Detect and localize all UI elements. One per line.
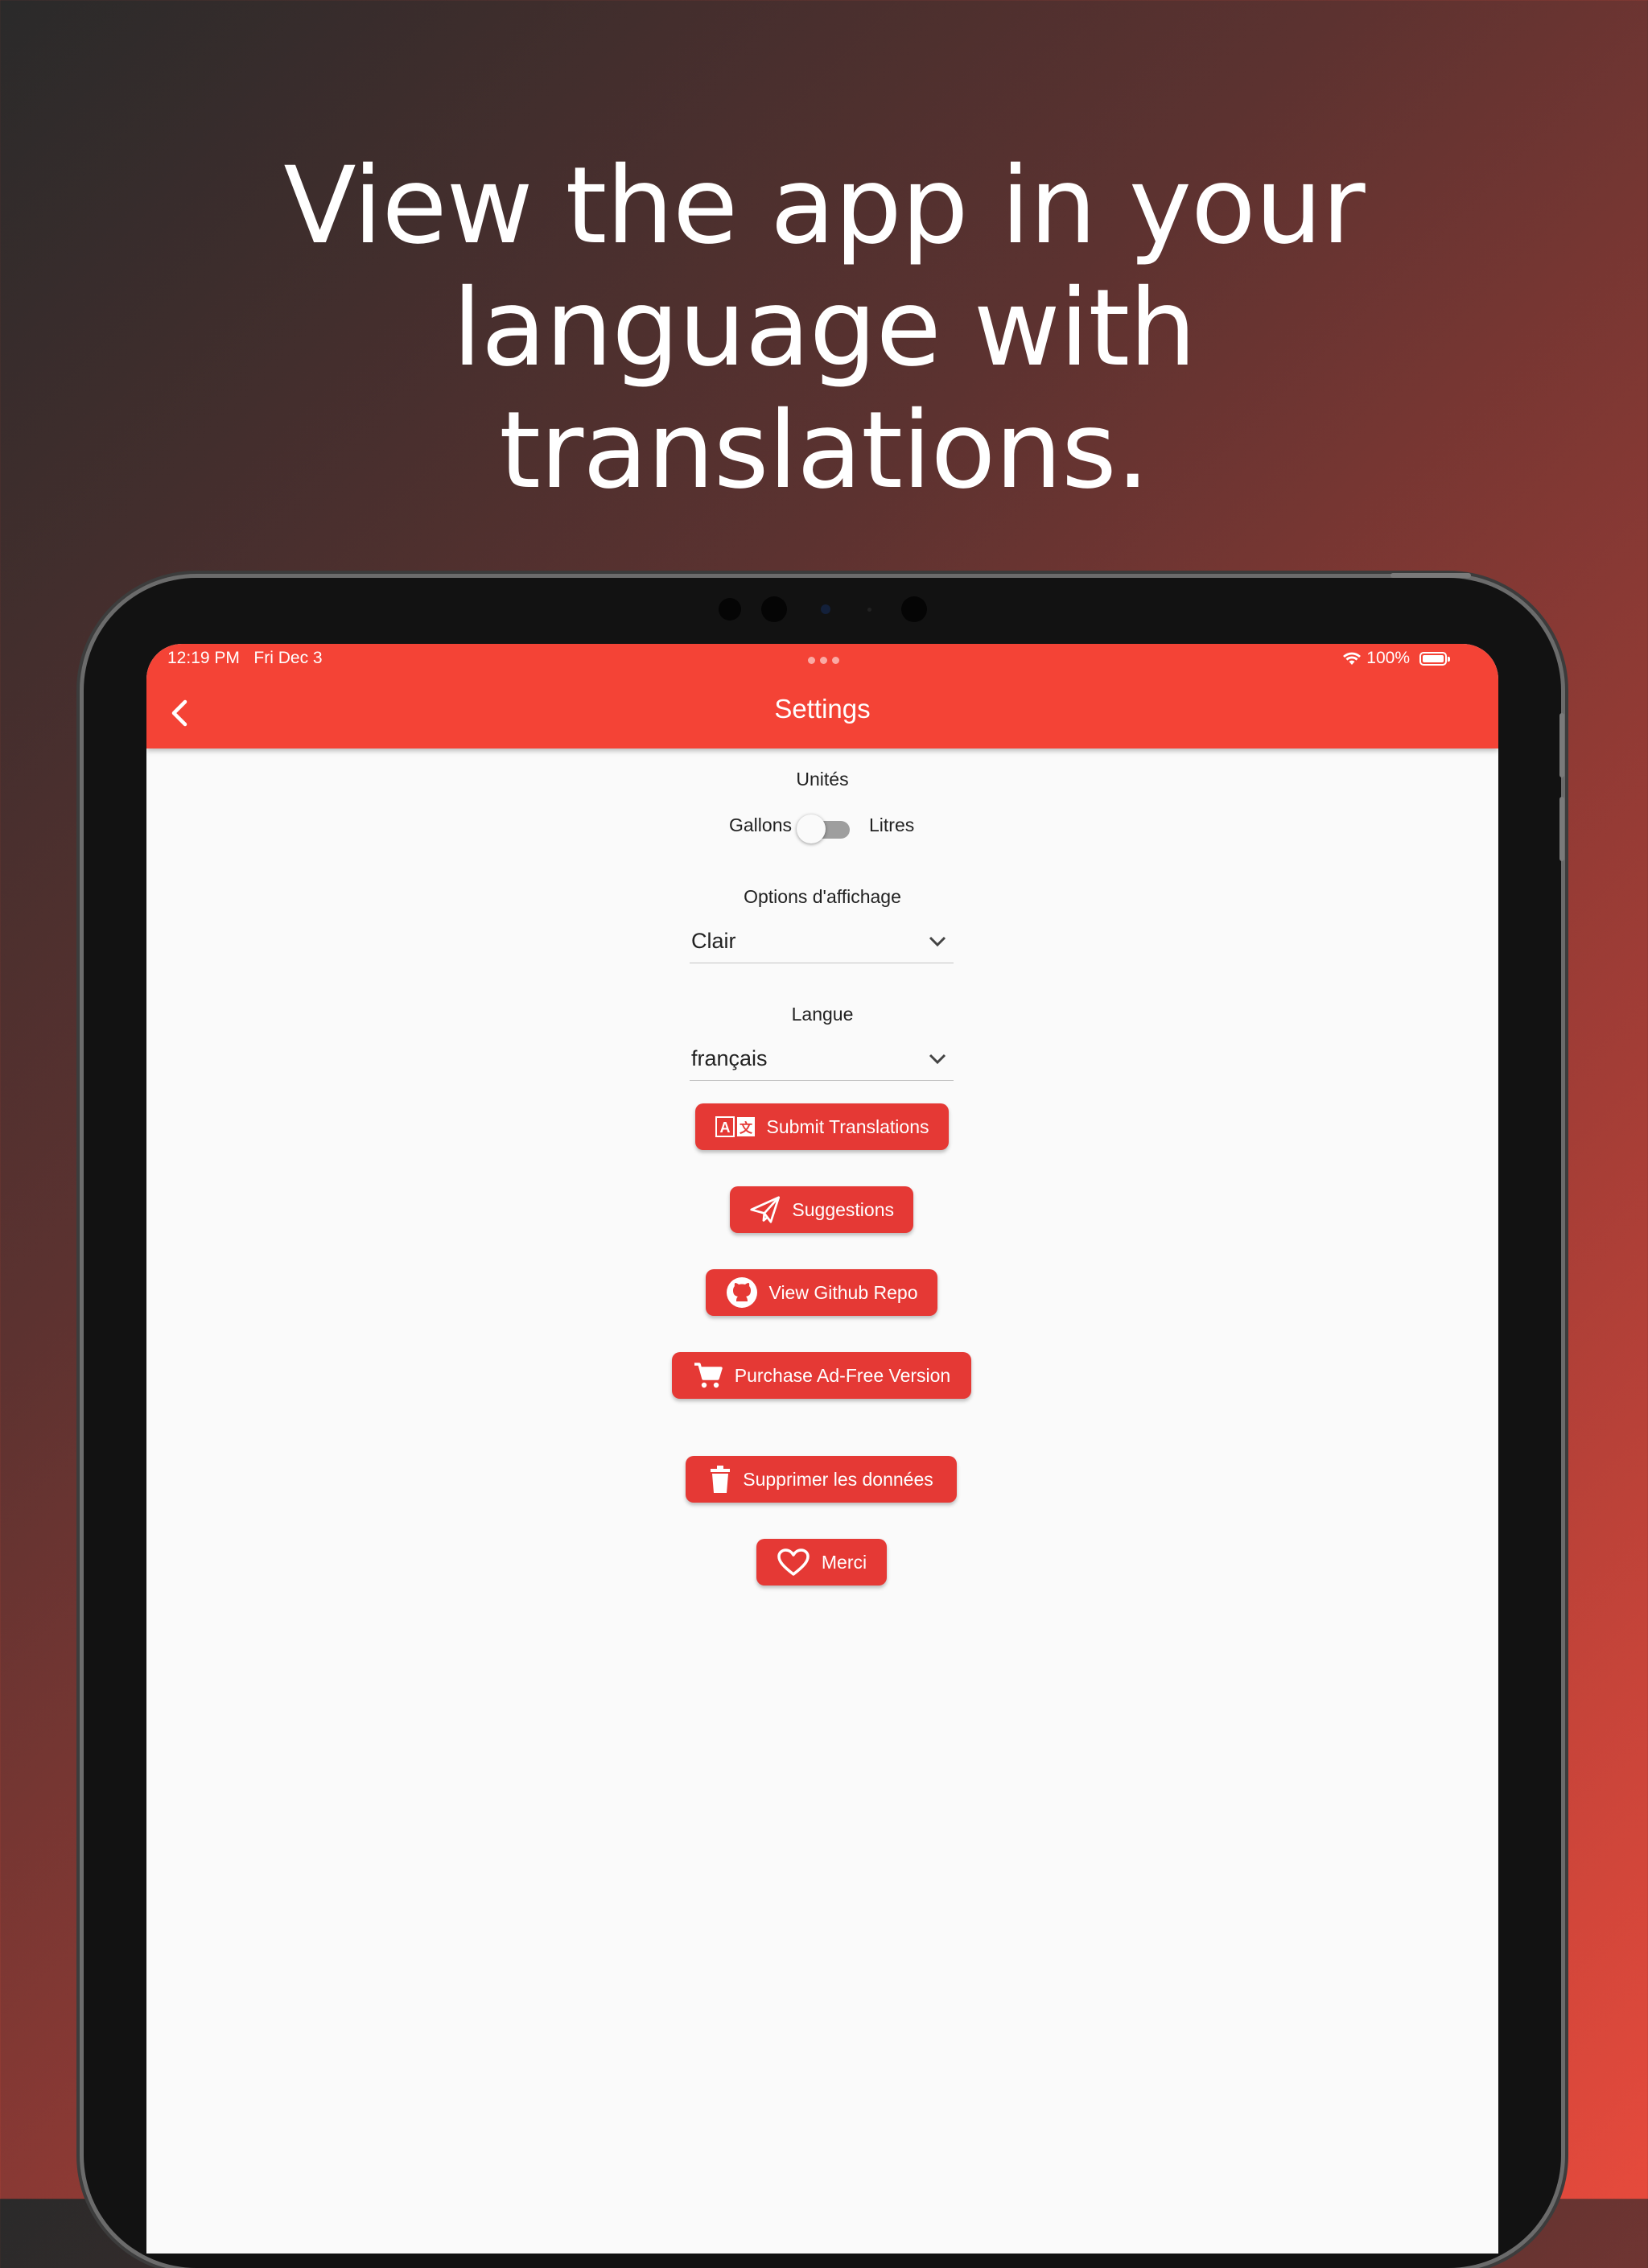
cart-icon [694, 1363, 723, 1388]
headline: View the app in your language with trans… [0, 145, 1648, 512]
github-icon [726, 1277, 757, 1308]
language-dropdown-value: français [691, 1046, 768, 1070]
camera-sensor [761, 596, 787, 622]
purchase-ad-free-button[interactable]: Purchase Ad-Free Version [672, 1352, 971, 1399]
tablet-volume-up [1559, 713, 1564, 777]
thanks-button[interactable]: Merci [756, 1539, 887, 1586]
language-label: Langue [791, 1004, 854, 1025]
github-repo-button[interactable]: View Github Repo [706, 1269, 937, 1316]
status-clock: 12:19 PM [167, 649, 240, 667]
gallons-label: Gallons [729, 814, 792, 835]
camera-sensor [901, 596, 927, 622]
headline-line-3: translations. [499, 389, 1150, 513]
status-right: 100% [1342, 649, 1450, 668]
display-dropdown-value: Clair [691, 929, 736, 953]
wifi-icon [1343, 652, 1362, 665]
svg-text:A: A [719, 1120, 730, 1136]
litres-label: Litres [869, 814, 915, 835]
github-repo-label: View Github Repo [768, 1281, 918, 1303]
headline-line-2: language with [452, 266, 1197, 390]
page-title: Settings [774, 694, 871, 724]
status-time: 12:19 PM Fri Dec 3 [167, 649, 323, 668]
display-options-label: Options d'affichage [744, 886, 901, 907]
tablet-top-button [1390, 573, 1471, 578]
tablet-volume-down [1559, 797, 1564, 861]
battery-icon [1419, 651, 1450, 666]
translate-icon: A 文 [715, 1116, 755, 1137]
heart-icon [777, 1548, 810, 1576]
camera-dot [867, 608, 871, 612]
thanks-label: Merci [821, 1551, 867, 1573]
paper-plane-icon [750, 1196, 781, 1223]
status-date: Fri Dec 3 [253, 649, 323, 667]
multitask-dots[interactable] [808, 657, 839, 664]
chevron-down-icon [929, 1054, 946, 1065]
app-bar: 12:19 PM Fri Dec 3 100% Settings [146, 644, 1498, 748]
switch-thumb [797, 814, 826, 843]
units-toggle-row: Gallons Litres [146, 811, 1498, 843]
suggestions-button[interactable]: Suggestions [730, 1186, 913, 1233]
camera-sensor [719, 598, 741, 621]
battery-percent: 100% [1366, 649, 1410, 667]
submit-translations-label: Submit Translations [766, 1115, 929, 1137]
submit-translations-button[interactable]: A 文 Submit Translations [695, 1103, 949, 1150]
svg-text:文: 文 [739, 1120, 752, 1136]
language-dropdown[interactable]: français [690, 1041, 954, 1081]
delete-data-button[interactable]: Supprimer les données [686, 1456, 957, 1503]
display-dropdown[interactable]: Clair [690, 924, 954, 963]
units-label: Unités [796, 769, 849, 790]
headline-line-1: View the app in your [283, 144, 1365, 268]
camera-lens [821, 604, 830, 614]
suggestions-label: Suggestions [792, 1198, 894, 1220]
app-screen: 12:19 PM Fri Dec 3 100% Settings [146, 644, 1498, 2254]
delete-data-label: Supprimer les données [743, 1468, 933, 1490]
chevron-down-icon [929, 936, 946, 947]
trash-icon [711, 1466, 731, 1493]
purchase-ad-free-label: Purchase Ad-Free Version [734, 1364, 951, 1386]
